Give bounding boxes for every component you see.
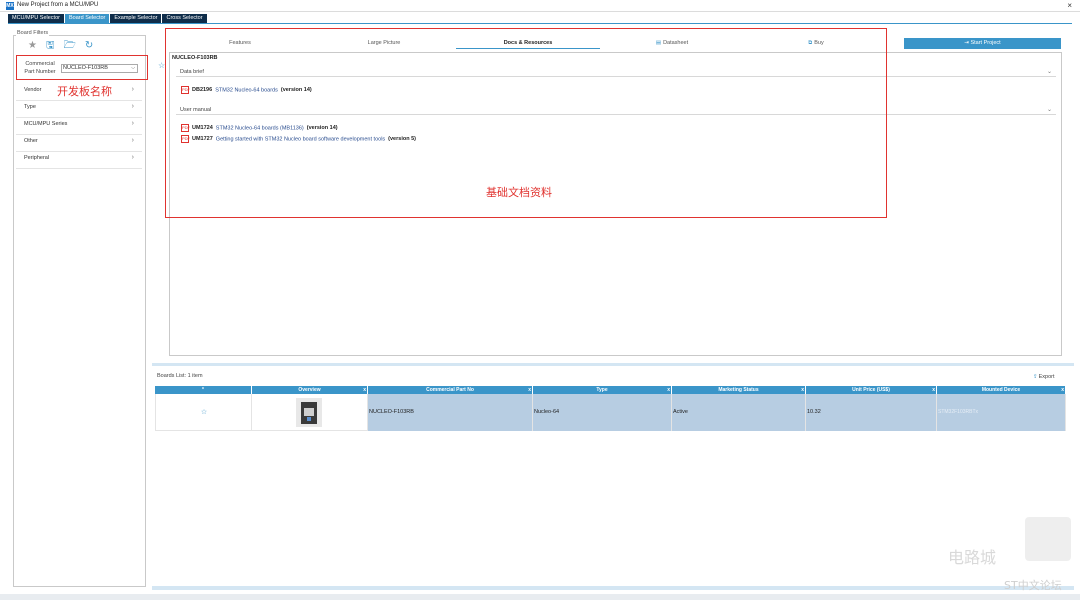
folder-open-icon[interactable]: 🗁 (64, 40, 76, 52)
tab-example-selector[interactable]: Example Selector (110, 14, 162, 23)
watermark-text: ST中文论坛 (1004, 579, 1062, 592)
filter-label: Peripheral (24, 155, 50, 161)
selector-tabs: MCU/MPU Selector Board Selector Example … (8, 14, 207, 23)
table-row[interactable]: ☆ NUCLEO-F103RB Nucleo-64 Active 10.32 S… (155, 394, 1066, 431)
filter-label: Vendor (24, 87, 42, 93)
tab-cross-selector[interactable]: Cross Selector (162, 14, 207, 23)
column-close-icon[interactable]: x (1061, 386, 1064, 394)
start-project-button[interactable]: ⇥ Start Project (904, 38, 1061, 49)
chevron-down-icon: ⌄ (1046, 107, 1052, 113)
column-label: Marketing Status (718, 387, 759, 393)
reset-icon[interactable]: ↻ (85, 40, 93, 52)
cell-device[interactable]: STM32F103RBTx (937, 394, 1066, 431)
column-label: Unit Price (US$) (852, 387, 890, 393)
table-header: * Overview x Commercial Part No x Type x Ma… (155, 386, 1066, 394)
row-favorite-star-icon[interactable]: ☆ (155, 394, 252, 431)
column-header-overview[interactable]: Overview x (252, 386, 368, 394)
horizontal-scrollbar[interactable] (152, 586, 1074, 590)
app-icon: MX (6, 2, 14, 10)
tab-board-selector[interactable]: Board Selector (64, 14, 110, 23)
filter-mcu-series[interactable]: MCU/MPU Series › (16, 118, 142, 135)
boards-list-label: Boards List: 1 item (157, 373, 203, 379)
column-header-favorite[interactable]: * (155, 386, 252, 394)
watermark-bubble (1025, 517, 1071, 561)
chevron-right-icon: › (131, 103, 134, 110)
title-bar: MX New Project from a MCU/MPU × (0, 0, 1080, 12)
column-close-icon[interactable]: x (363, 386, 366, 394)
column-header-price[interactable]: Unit Price (US$) x (806, 386, 937, 394)
export-icon: ⇪ (1033, 374, 1038, 380)
board-image (296, 398, 322, 427)
column-close-icon[interactable]: x (801, 386, 804, 394)
cell-type: Nucleo-64 (533, 394, 672, 431)
column-header-part-no[interactable]: Commercial Part No x (368, 386, 533, 394)
board-filters-title: Board Filters (16, 30, 50, 36)
cell-part-no: NUCLEO-F103RB (368, 394, 533, 431)
close-icon[interactable]: × (1067, 1, 1072, 10)
chevron-right-icon: › (131, 120, 134, 127)
column-label: Type (596, 387, 608, 393)
column-label: Commercial Part No (426, 387, 474, 393)
filter-type[interactable]: Type › (16, 101, 142, 118)
taskbar (0, 594, 1080, 600)
column-label: Mounted Device (981, 387, 1021, 393)
filter-peripheral[interactable]: Peripheral › (16, 152, 142, 169)
start-project-label: Start Project (970, 40, 1001, 46)
chevron-down-icon: ⌄ (1046, 69, 1052, 75)
column-header-type[interactable]: Type x (533, 386, 672, 394)
cell-status: Active (672, 394, 806, 431)
tab-mcu-selector[interactable]: MCU/MPU Selector (8, 14, 64, 23)
column-close-icon[interactable]: x (528, 386, 531, 394)
watermark-logo: 电路城 (948, 548, 997, 567)
filter-category-list: Vendor › Type › MCU/MPU Series › Other › Per… (16, 84, 142, 169)
device-link[interactable]: STM32F103RBTx (938, 409, 978, 415)
annotation-label-docs: 基础文档资料 (486, 186, 552, 199)
save-icon[interactable]: 🖫 (46, 40, 55, 52)
filter-label: MCU/MPU Series (24, 121, 68, 127)
cell-price: 10.32 (806, 394, 937, 431)
boards-table: * Overview x Commercial Part No x Type x Ma… (155, 386, 1066, 431)
column-header-status[interactable]: Marketing Status x (672, 386, 806, 394)
filter-vendor[interactable]: Vendor › (16, 84, 142, 101)
window-title: New Project from a MCU/MPU (17, 2, 99, 8)
star-icon[interactable]: ★ (28, 40, 37, 52)
filter-toolbar: ★ 🖫 🗁 ↻ (28, 40, 93, 52)
export-button[interactable]: ⇪Export (1033, 374, 1055, 380)
filter-label: Type (24, 104, 36, 110)
panel-splitter[interactable] (152, 363, 1074, 366)
column-header-device[interactable]: Mounted Device x (937, 386, 1066, 394)
board-thumbnail (252, 394, 368, 431)
chevron-right-icon: › (131, 154, 134, 161)
column-close-icon[interactable]: x (932, 386, 935, 394)
annotation-box-board-name (16, 55, 148, 80)
filter-other[interactable]: Other › (16, 135, 142, 152)
tabs-underline (8, 23, 1072, 24)
column-label: * (202, 387, 204, 393)
chevron-right-icon: › (131, 137, 134, 144)
column-close-icon[interactable]: x (667, 386, 670, 394)
filter-label: Other (24, 138, 38, 144)
chevron-right-icon: › (131, 86, 134, 93)
column-label: Overview (298, 387, 321, 393)
export-label: Export (1038, 374, 1055, 380)
